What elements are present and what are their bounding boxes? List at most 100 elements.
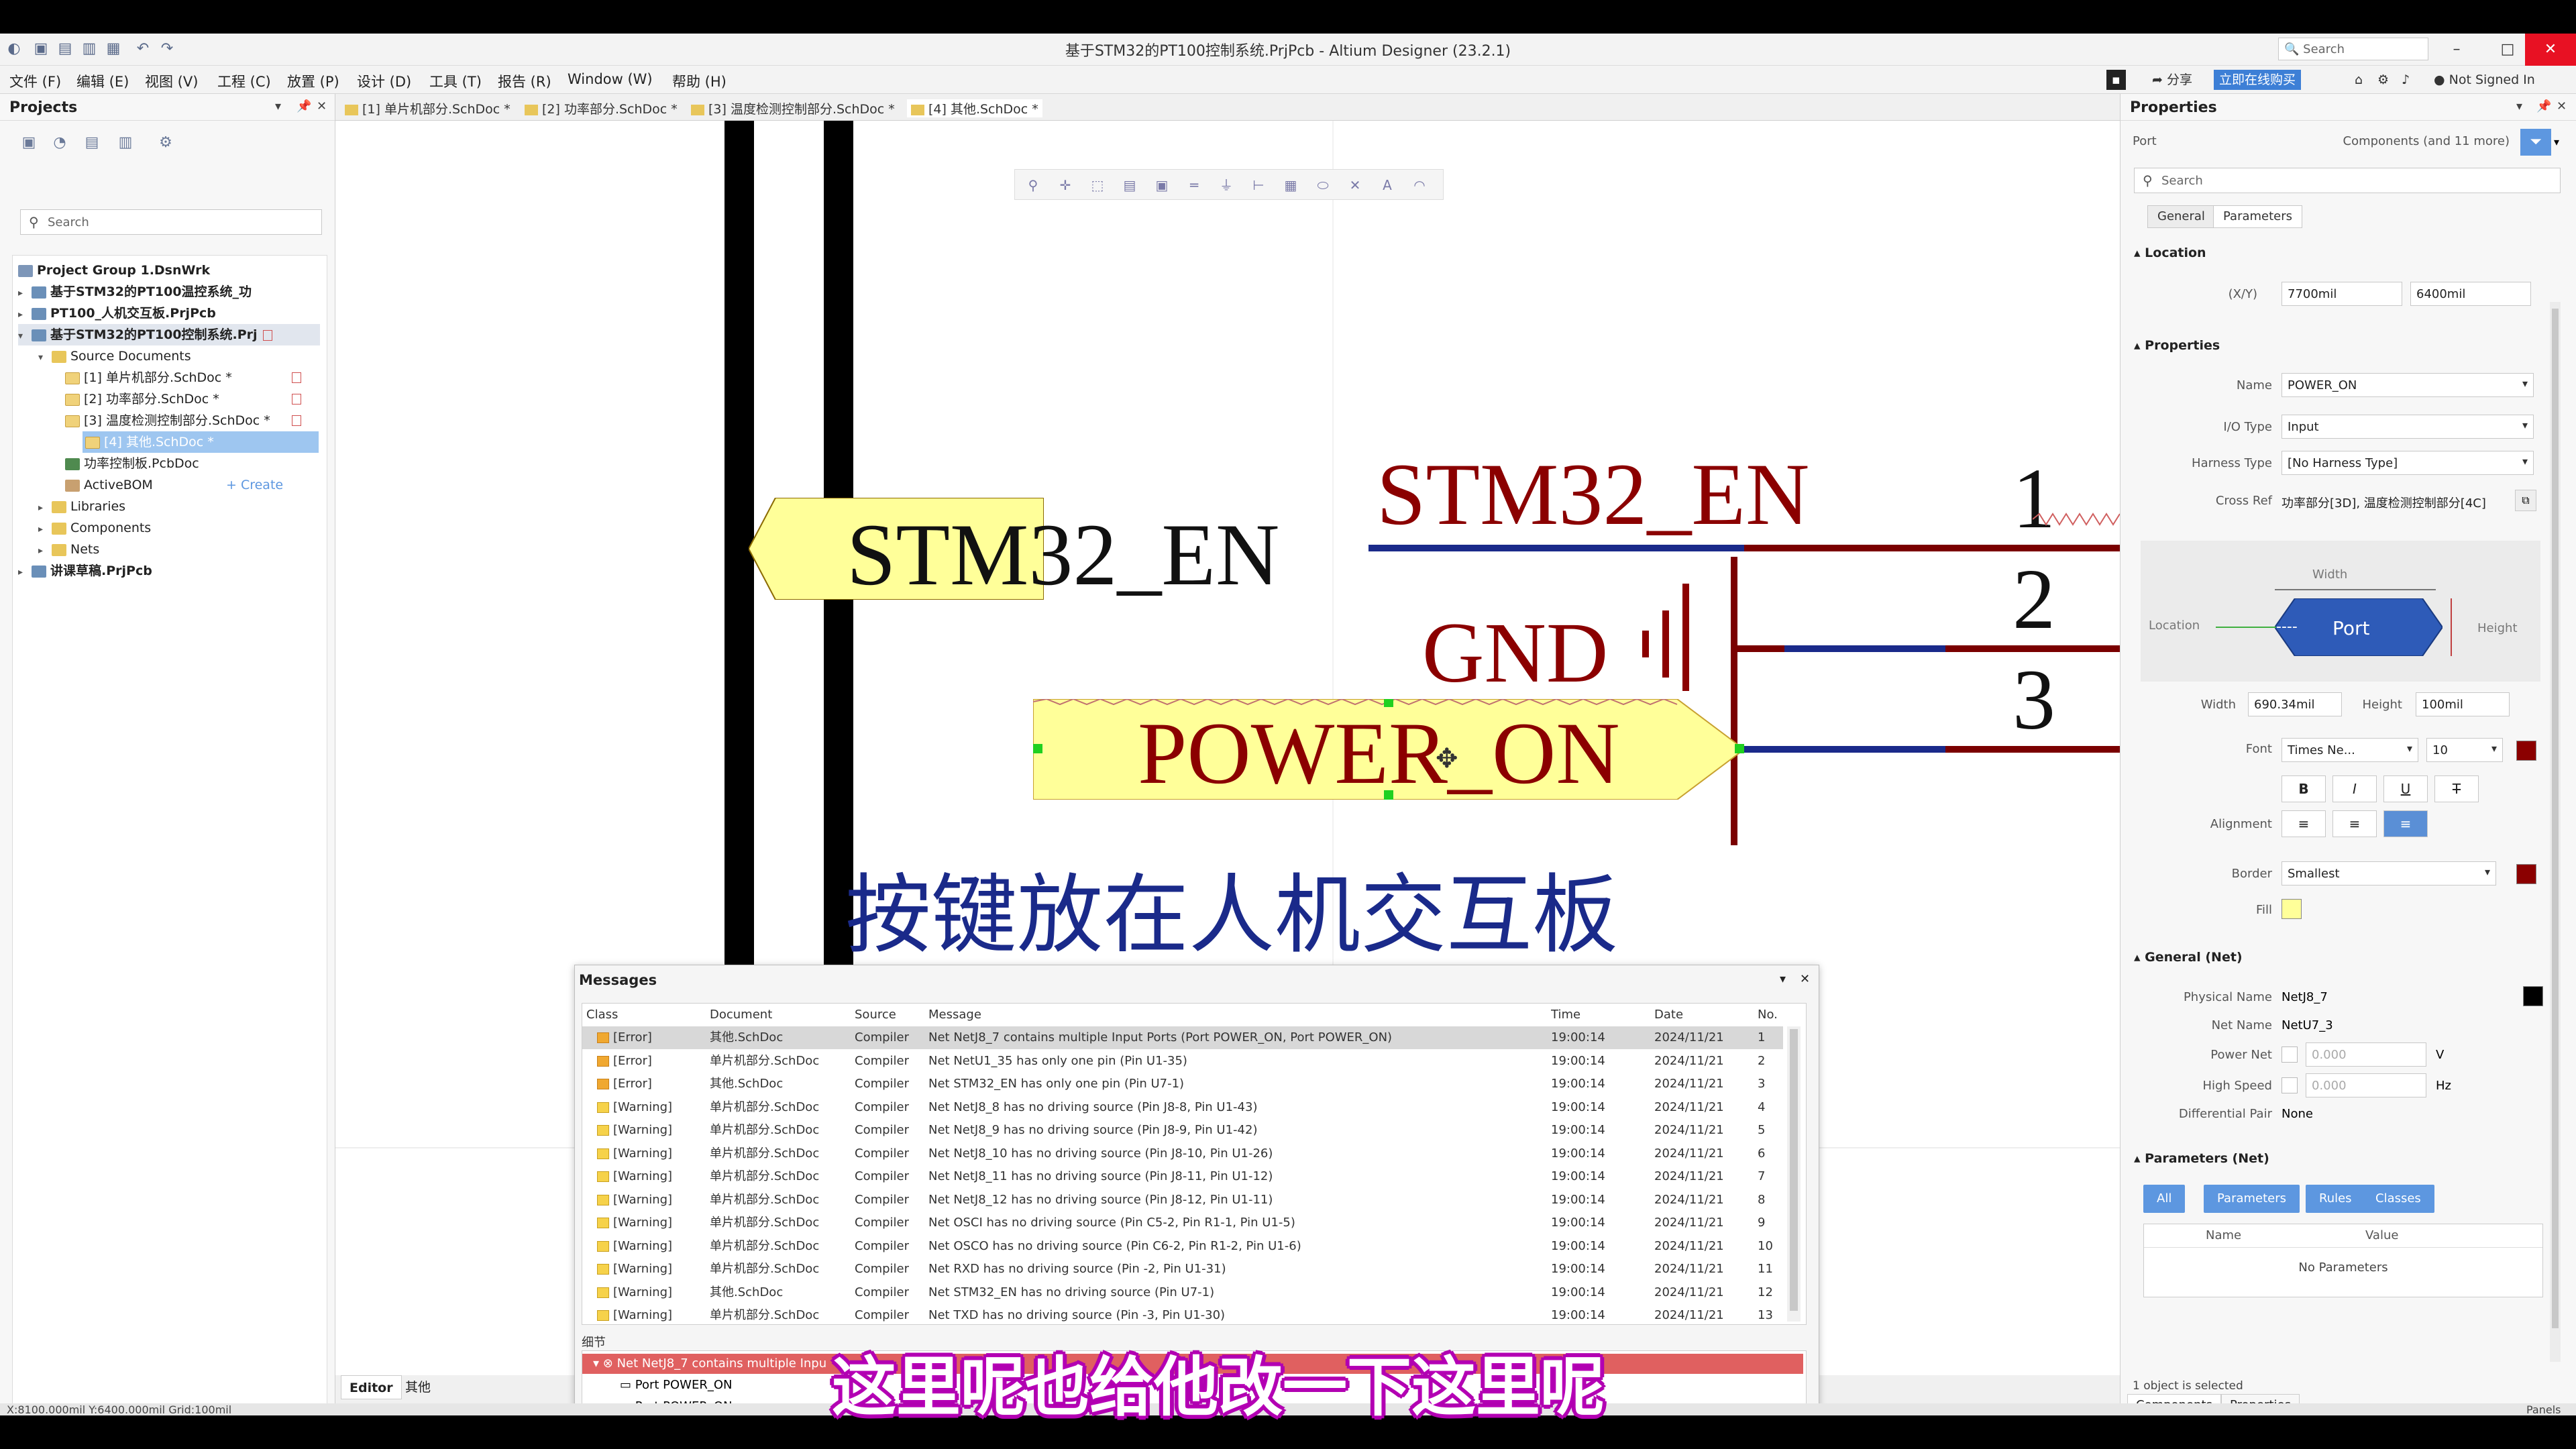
chevron-right-icon[interactable]: ▸ bbox=[18, 282, 32, 304]
col-header-date[interactable]: Date bbox=[1654, 1008, 1683, 1022]
properties-search-input[interactable]: ⚲ Search bbox=[2134, 168, 2561, 193]
create-bom-link[interactable]: + Create bbox=[226, 474, 283, 496]
col-header-message[interactable]: Message bbox=[928, 1008, 981, 1022]
menu-edit[interactable]: 编辑 (E) bbox=[76, 71, 129, 91]
font-size-select[interactable]: 10 ▾ bbox=[2426, 738, 2503, 762]
chevron-down-icon[interactable]: ▾ bbox=[2522, 455, 2528, 468]
net-label-stm32-en[interactable]: STM32_EN bbox=[1377, 443, 1809, 545]
section-location[interactable]: ▴ Location bbox=[2134, 246, 2206, 260]
message-row[interactable]: [Warning] 其他.SchDoc Compiler Net STM32_EN h… bbox=[582, 1281, 1783, 1304]
chevron-right-icon[interactable]: ▸ bbox=[38, 519, 52, 540]
tab-parameters[interactable]: Parameters bbox=[2213, 205, 2303, 228]
menu-project[interactable]: 工程 (C) bbox=[217, 71, 271, 91]
settings-icon[interactable]: ⚙ bbox=[156, 133, 176, 153]
tree-item-project-control[interactable]: ▾ 基于STM32的PT100控制系统.Prj bbox=[18, 324, 320, 345]
menu-help[interactable]: 帮助 (H) bbox=[672, 71, 727, 91]
buy-online-button[interactable]: 立即在线购买 bbox=[2214, 70, 2302, 90]
chevron-down-icon[interactable]: ▾ bbox=[2522, 419, 2528, 431]
select-icon[interactable]: ⬚ bbox=[1089, 176, 1106, 194]
panel-menu-icon[interactable]: ▾ bbox=[275, 99, 281, 113]
param-filter-all[interactable]: All bbox=[2143, 1185, 2186, 1213]
tab-other-doc[interactable]: 其他 bbox=[397, 1375, 439, 1399]
align-right-button[interactable]: ≡ bbox=[2383, 810, 2428, 837]
underline-button[interactable]: U bbox=[2383, 775, 2428, 802]
col-header-document[interactable]: Document bbox=[710, 1008, 772, 1022]
tree-item-doc-power[interactable]: [2] 功率部分.SchDoc * bbox=[65, 388, 307, 410]
tree-item-project-temp[interactable]: ▸ 基于STM32的PT100温控系统_功 bbox=[18, 281, 252, 303]
messages-scrollbar[interactable] bbox=[1787, 1026, 1801, 1322]
chevron-down-icon[interactable]: ▴ bbox=[2134, 1151, 2145, 1166]
harness-icon[interactable]: ⊢ bbox=[1250, 176, 1267, 194]
tree-item-project-group[interactable]: Project Group 1.DsnWrk bbox=[18, 260, 210, 281]
pin-icon[interactable]: 📌 bbox=[297, 99, 311, 113]
tree-item-source-documents[interactable]: ▾ Source Documents bbox=[38, 345, 191, 367]
add-project-icon[interactable]: ▥ bbox=[115, 133, 136, 153]
chevron-down-icon[interactable]: ▾ bbox=[593, 1356, 603, 1371]
message-row[interactable]: [Error] 其他.SchDoc Compiler Net STM32_EN has… bbox=[582, 1073, 1783, 1095]
no-erc-icon[interactable]: ✕ bbox=[1346, 176, 1364, 194]
strikethrough-button[interactable]: T bbox=[2434, 775, 2479, 802]
minimize-button[interactable]: – bbox=[2431, 34, 2482, 66]
width-input[interactable]: 690.34mil bbox=[2248, 692, 2342, 716]
properties-scrollbar[interactable] bbox=[2550, 302, 2561, 1362]
menu-design[interactable]: 设计 (D) bbox=[357, 71, 411, 91]
bus-icon[interactable]: ═ bbox=[1185, 176, 1203, 194]
chevron-down-icon[interactable]: ▴ bbox=[2134, 950, 2145, 965]
chevron-right-icon[interactable]: ▸ bbox=[38, 497, 52, 519]
chevron-right-icon[interactable]: ▸ bbox=[18, 304, 32, 325]
menu-file[interactable]: 文件 (F) bbox=[9, 71, 61, 91]
text-icon[interactable]: A bbox=[1379, 176, 1396, 194]
message-row[interactable]: [Error] 单片机部分.SchDoc Compiler Net NetU1_35 … bbox=[582, 1050, 1783, 1073]
filter-icon[interactable]: ⚲ bbox=[1024, 176, 1042, 194]
message-row[interactable]: [Warning] 单片机部分.SchDoc Compiler Net NetJ8_8… bbox=[582, 1096, 1783, 1119]
x-input[interactable]: 7700mil bbox=[2282, 282, 2402, 306]
tab-general[interactable]: General bbox=[2147, 205, 2215, 228]
chevron-down-icon[interactable]: ▾ bbox=[2522, 377, 2528, 390]
align-icon[interactable]: ▤ bbox=[1121, 176, 1138, 194]
message-row[interactable]: [Warning] 单片机部分.SchDoc Compiler Net RXD has… bbox=[582, 1258, 1783, 1281]
high-speed-checkbox[interactable] bbox=[2282, 1077, 2298, 1093]
close-button[interactable]: ✕ bbox=[2525, 34, 2576, 66]
io-type-select[interactable]: Input ▾ bbox=[2282, 415, 2534, 439]
message-row[interactable]: [Warning] 单片机部分.SchDoc Compiler Net OSCO ha… bbox=[582, 1235, 1783, 1258]
port-icon[interactable]: ⬭ bbox=[1314, 176, 1332, 194]
gear-icon[interactable]: ⚙ bbox=[2372, 70, 2394, 90]
y-input[interactable]: 6400mil bbox=[2410, 282, 2531, 306]
chevron-down-icon[interactable]: ▾ bbox=[2407, 742, 2412, 755]
arc-icon[interactable]: ◠ bbox=[1411, 176, 1428, 194]
menu-tools[interactable]: 工具 (T) bbox=[429, 71, 482, 91]
copy-icon[interactable]: ⧉ bbox=[2515, 490, 2536, 511]
global-search-input[interactable]: 🔍 Search bbox=[2278, 38, 2428, 60]
chevron-down-icon[interactable]: ▾ bbox=[2485, 865, 2490, 878]
filter-icon[interactable]: ⏷ bbox=[2520, 129, 2551, 156]
height-input[interactable]: 100mil bbox=[2416, 692, 2510, 716]
align-center-button[interactable]: ≡ bbox=[2332, 810, 2377, 837]
power-net-input[interactable]: 0.000 bbox=[2306, 1042, 2426, 1067]
message-row[interactable]: [Warning] 单片机部分.SchDoc Compiler Net NetJ8_1… bbox=[582, 1189, 1783, 1212]
chevron-right-icon[interactable]: ▸ bbox=[38, 540, 52, 561]
tree-item-project-draft[interactable]: ▸ 讲课草稿.PrjPcb bbox=[18, 560, 152, 582]
message-row[interactable]: [Error] 其他.SchDoc Compiler Net NetJ8_7 cont… bbox=[582, 1026, 1783, 1049]
panel-close-icon[interactable]: ✕ bbox=[2557, 99, 2567, 113]
tree-item-doc-temp[interactable]: [3] 温度检测控制部分.SchDoc * bbox=[65, 410, 307, 431]
home-icon[interactable]: ⌂ bbox=[2349, 70, 2368, 90]
chevron-down-icon[interactable]: ▴ bbox=[2134, 338, 2145, 353]
font-family-select[interactable]: Times Ne... ▾ bbox=[2282, 738, 2418, 762]
tree-item-doc-mcu[interactable]: [1] 单片机部分.SchDoc * bbox=[65, 367, 307, 388]
col-header-no[interactable]: No. bbox=[1758, 1008, 1778, 1022]
high-speed-input[interactable]: 0.000 bbox=[2306, 1073, 2426, 1097]
panel-menu-icon[interactable]: ▾ bbox=[2516, 99, 2522, 113]
chevron-down-icon[interactable]: ▾ bbox=[38, 347, 52, 368]
message-row[interactable]: [Warning] 单片机部分.SchDoc Compiler Net OSCI ha… bbox=[582, 1212, 1783, 1234]
messages-scrollbar-thumb[interactable] bbox=[1790, 1029, 1798, 1311]
message-row[interactable]: [Warning] 单片机部分.SchDoc Compiler Net NetJ8_1… bbox=[582, 1165, 1783, 1188]
panels-button[interactable]: Panels bbox=[2526, 1403, 2561, 1415]
ground-symbol-icon[interactable] bbox=[1637, 564, 1737, 704]
tree-item-nets[interactable]: ▸ Nets bbox=[38, 539, 99, 560]
panel-menu-icon[interactable]: ▾ bbox=[1780, 972, 1786, 986]
tree-item-project-hmi[interactable]: ▸ PT100_人机交互板.PrjPcb bbox=[18, 303, 216, 324]
harness-type-select[interactable]: [No Harness Type] ▾ bbox=[2282, 451, 2534, 475]
name-input[interactable]: POWER_ON ▾ bbox=[2282, 373, 2534, 397]
net-color-swatch[interactable] bbox=[2523, 986, 2543, 1006]
chevron-down-icon[interactable]: ▾ bbox=[2491, 742, 2497, 755]
